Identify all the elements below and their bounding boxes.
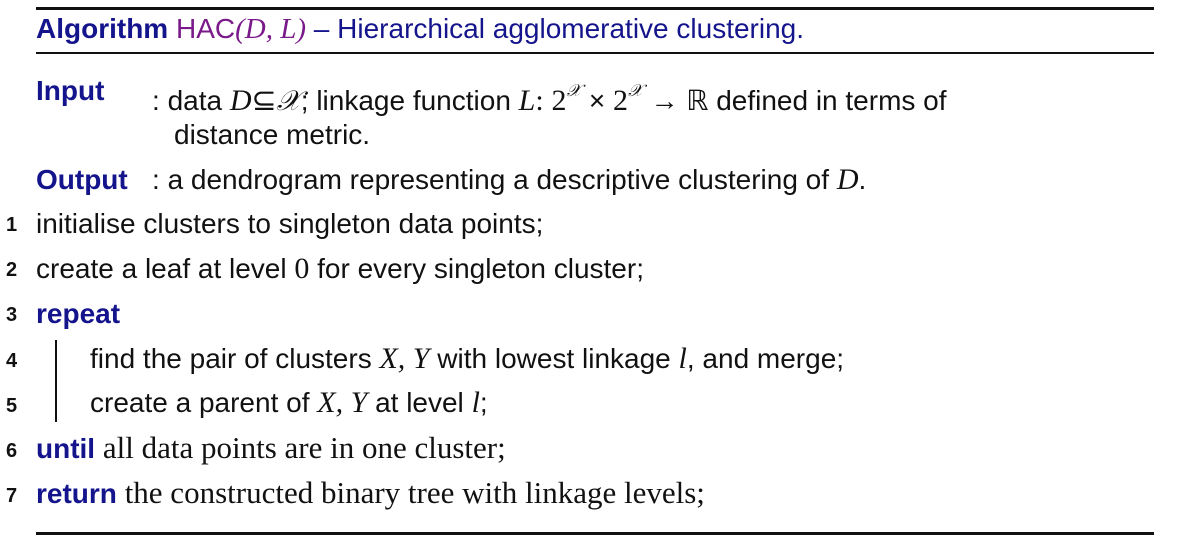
times-symbol: × — [588, 85, 606, 116]
input-row: Input — [36, 74, 104, 108]
input-text-metric: distance metric. — [174, 119, 371, 150]
line-4-text-b: with lowest linkage — [437, 343, 671, 374]
algorithm-line-4: find the pair of clusters X, Y with lowe… — [90, 342, 844, 376]
power-set-base-b: 2 — [613, 84, 629, 117]
header-rule — [36, 52, 1154, 54]
algorithm-keyword: Algorithm — [36, 13, 169, 44]
reals-symbol: ℝ — [686, 85, 709, 116]
arrow-symbol: → — [650, 85, 679, 116]
line-number-7: 7 — [6, 485, 18, 507]
algorithm-params: (D, L) — [235, 13, 307, 45]
line-5-vars: X, Y — [317, 386, 368, 419]
line-5-text-a: create a parent of — [90, 387, 310, 418]
line-number-4: 4 — [6, 350, 18, 372]
space-symbol: 𝒳 — [276, 84, 301, 117]
line-4-text-a: find the pair of clusters — [90, 343, 372, 374]
power-set-exp-a: 𝒳 — [566, 81, 582, 101]
line-number-2: 2 — [6, 259, 18, 281]
input-text-defined: defined in terms of — [716, 85, 947, 116]
power-set-exp-b: 𝒳 — [628, 81, 643, 101]
until-keyword: until — [36, 433, 96, 464]
algorithm-line-1: initialise clusters to singleton data po… — [36, 207, 543, 241]
power-set-base-a: 2 — [551, 84, 567, 117]
line-number-5: 5 — [6, 395, 18, 417]
algorithm-caption: Hierarchical agglomerative clustering. — [337, 13, 805, 44]
algorithm-line-2: create a leaf at level 0 for every singl… — [36, 252, 644, 286]
line-4-vars: X, Y — [379, 342, 430, 375]
line-5-var-l: l — [471, 386, 480, 419]
loop-body-bar — [55, 340, 57, 422]
subset-symbol: ⊆ — [251, 84, 277, 117]
bottom-rule — [36, 532, 1154, 535]
output-var-d: D — [836, 163, 859, 196]
algorithm-title: Algorithm HAC(D, L) – Hierarchical agglo… — [36, 12, 804, 46]
line-2-text-a: create a leaf at level — [36, 253, 287, 284]
line-4-var-l: l — [678, 342, 687, 375]
line-2-text-b: for every singleton cluster; — [317, 253, 644, 284]
input-semicolon: ; — [300, 85, 309, 116]
algorithm-dash: – — [313, 13, 330, 44]
input-text-linkage: linkage function — [316, 85, 511, 116]
output-text: a dendrogram representing a descriptive … — [167, 164, 830, 195]
output-content: : a dendrogram representing a descriptiv… — [152, 163, 866, 197]
line-4-text-c: , and merge; — [686, 343, 845, 374]
line-number-3: 3 — [6, 304, 18, 326]
input-colon: : — [152, 85, 160, 116]
algorithm-name-text: HAC — [176, 13, 236, 44]
input-func-l: L — [518, 84, 536, 117]
top-rule — [36, 7, 1154, 10]
input-content: : data D⊆𝒳; linkage function L: 2𝒳 × 2𝒳 … — [152, 74, 947, 118]
output-colon: : — [152, 164, 160, 195]
output-label: Output — [36, 164, 128, 195]
line-number-1: 1 — [6, 214, 18, 236]
line-1-text: initialise clusters to singleton data po… — [36, 208, 544, 239]
repeat-keyword: repeat — [36, 298, 121, 329]
algorithm-line-7: return the constructed binary tree with … — [36, 476, 705, 511]
input-func-colon: : — [535, 84, 544, 117]
algorithm-line-3: repeat — [36, 297, 120, 331]
input-label: Input — [36, 75, 105, 106]
output-period: . — [858, 164, 867, 195]
algorithm-line-6: until all data points are in one cluster… — [36, 431, 506, 466]
line-6-text: all data points are in one cluster; — [102, 430, 506, 465]
algorithm-line-5: create a parent of X, Y at level l; — [90, 386, 488, 420]
line-5-text-c: ; — [479, 387, 488, 418]
line-number-6: 6 — [6, 440, 18, 462]
input-set-d: D — [229, 84, 252, 117]
algorithm-name: HAC(D, L) — [176, 13, 307, 45]
output-row: Output — [36, 163, 128, 197]
return-keyword: return — [36, 478, 117, 509]
input-text-data: data — [167, 85, 223, 116]
line-5-text-b: at level — [375, 387, 464, 418]
input-continuation: distance metric. — [174, 118, 370, 152]
line-2-zero: 0 — [294, 252, 310, 285]
line-7-text: the constructed binary tree with linkage… — [124, 475, 705, 510]
